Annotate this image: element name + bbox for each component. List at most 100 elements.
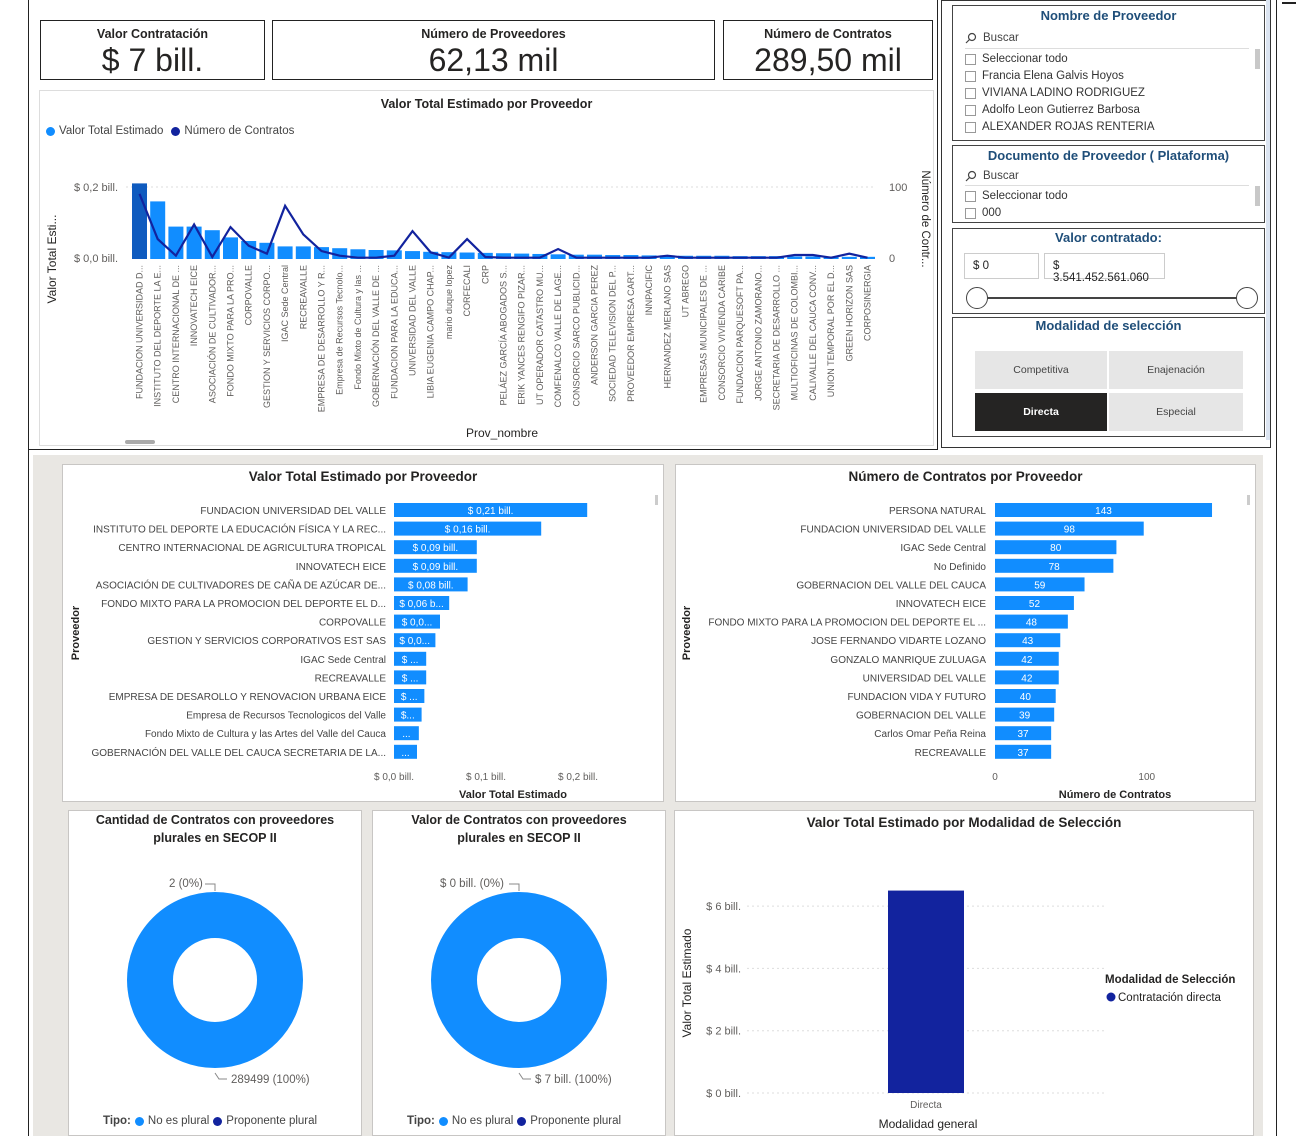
combo-scrollbar[interactable]	[125, 440, 155, 444]
hbar-contratos-scrollbar[interactable]	[1247, 495, 1250, 505]
combo-x-tick: FUNDACION UNIVERSIDAD D...	[135, 265, 145, 399]
slicer-item[interactable]: 000	[965, 205, 1001, 221]
hbar-category-label: No Definido	[934, 562, 987, 573]
modalidad-y-tick: $ 2 bill.	[706, 1026, 741, 1038]
slicer-item-select-all[interactable]: Seleccionar todo	[965, 51, 1068, 67]
hbar-valor-xticks: $ 0,0 bill. $ 0,1 bill. $ 0,2 bill.	[374, 772, 598, 783]
slicer-item-select-all[interactable]: Seleccionar todo	[965, 188, 1068, 204]
hbar-data-label: 37	[1018, 748, 1030, 759]
modalidad-chart-panel: Valor Total Estimado por Modalidad de Se…	[674, 810, 1254, 1136]
kpi-title: Valor Contratación	[96, 27, 209, 41]
combo-x-tick: EMPRESA DE DESARROLLO Y R...	[317, 265, 327, 412]
checkbox[interactable]	[965, 87, 976, 99]
combo-x-tick: CORPOVALLE	[244, 265, 254, 325]
donut-valor-bottom-label: $ 7 bill. (100%)	[535, 1074, 612, 1086]
hbar-category-label: Fondo Mixto de Cultura y las Artes del V…	[145, 729, 386, 740]
checkbox[interactable]	[965, 70, 976, 82]
combo-bar[interactable]	[277, 246, 293, 259]
combo-x-tick: CORPOSINERGIA	[863, 265, 873, 341]
slicer-item[interactable]: VIVIANA LADINO RODRIGUEZ	[965, 85, 1145, 101]
hbar-category-label: CENTRO INTERNACIONAL DE AGRICULTURA TROP…	[118, 543, 386, 554]
legend-dot-plural	[517, 1116, 527, 1126]
combo-bar[interactable]	[204, 230, 220, 259]
combo-x-tick: LIBIA EUGENIA CAMPO CHAP...	[426, 265, 436, 398]
slicer-item-label: ALEXANDER ROJAS RENTERIA	[982, 121, 1155, 133]
modalidad-button-competitiva[interactable]: Competitiva	[975, 351, 1107, 389]
search-icon	[965, 32, 977, 44]
hbar-category-label: FONDO MIXTO PARA LA PROMOCION DEL DEPORT…	[708, 618, 986, 629]
modalidad-xlabel: Modalidad general	[879, 1117, 978, 1131]
hbar-category-label: Carlos Omar Peña Reina	[874, 729, 986, 740]
top-frame-bottom	[28, 449, 938, 450]
hbar-valor-bars: FUNDACION UNIVERSIDAD DEL VALLE $ 0,21 bi…	[91, 503, 588, 759]
slicer-scrollbar[interactable]	[1255, 49, 1260, 69]
hbar-category-label: GOBERNACION DEL VALLE DEL CAUCA	[796, 580, 986, 591]
range-min-input[interactable]: $ 0	[964, 253, 1039, 279]
combo-x-tick: CALIVALLE DEL CAUCA CONV...	[808, 265, 818, 401]
combo-y-tick-bottom: $ 0,0 bill.	[74, 253, 118, 265]
hbar-valor-scrollbar[interactable]	[655, 495, 658, 505]
slicer-item-label: Seleccionar todo	[982, 53, 1068, 65]
hbar-data-label: $ ...	[402, 673, 419, 684]
hbar-category-label: FUNDACION UNIVERSIDAD DEL VALLE	[800, 525, 986, 536]
slicer-scrollbar[interactable]	[1255, 186, 1260, 206]
hbar-category-label: JOSE FERNANDO VIDARTE LOZANO	[811, 636, 986, 647]
hbar-valor-ylabel: Proveedor	[70, 605, 82, 660]
combo-bar[interactable]	[150, 201, 166, 259]
hbar-category-label: UNIVERSIDAD DEL VALLE	[863, 673, 987, 684]
combo-bar[interactable]	[841, 256, 857, 259]
checkbox[interactable]	[965, 53, 976, 65]
modalidad-button-directa[interactable]: Directa	[975, 393, 1107, 431]
range-handle-min[interactable]	[966, 287, 988, 309]
combo-x-tick: IGAC Sede Central	[280, 265, 290, 342]
combo-bar[interactable]	[295, 246, 311, 259]
checkbox[interactable]	[965, 121, 976, 133]
hbar-x-tick: 100	[1138, 772, 1155, 783]
checkbox[interactable]	[965, 207, 976, 219]
hbar-category-label: INSTITUTO DEL DEPORTE LA EDUCACIÓN FÍSIC…	[93, 523, 386, 536]
combo-bar[interactable]	[223, 237, 238, 259]
hbar-category-label: ASOCIACIÓN DE CULTIVADORES DE CAÑA DE AZ…	[96, 578, 386, 591]
donut-slice[interactable]	[431, 892, 607, 1068]
slicer-item-label: Seleccionar todo	[982, 190, 1068, 202]
combo-x-tick: CONSORCIO VIVIENDA CARIBE	[717, 265, 727, 401]
hbar-category-label: PERSONA NATURAL	[889, 506, 986, 517]
modalidad-bar[interactable]	[888, 890, 964, 1093]
modalidad-button-especial[interactable]: Especial	[1109, 393, 1243, 431]
hbar-data-label: 40	[1020, 692, 1032, 703]
hbar-data-label: 98	[1064, 525, 1076, 536]
combo-y-left-label: Valor Total Esti...	[45, 215, 59, 304]
modalidad-category-label: Directa	[910, 1100, 942, 1111]
hbar-category-label: IGAC Sede Central	[900, 543, 986, 554]
slicer-item[interactable]: Adolfo Leon Gutierrez Barbosa	[965, 102, 1140, 118]
hbar-category-label: Empresa de Recursos Tecnologicos del Val…	[186, 711, 386, 722]
checkbox[interactable]	[965, 190, 976, 202]
checkbox[interactable]	[965, 104, 976, 116]
range-handle-max[interactable]	[1236, 287, 1258, 309]
slicer-documento-search[interactable]: Buscar	[965, 170, 1019, 182]
modalidad-bars	[888, 890, 964, 1093]
combo-bar[interactable]	[405, 251, 420, 259]
combo-bar[interactable]	[550, 254, 566, 259]
hbar-contratos-ylabel: Proveedor	[681, 605, 693, 660]
slicer-item[interactable]: Francia Elena Galvis Hoyos	[965, 68, 1124, 84]
combo-x-tick: UNIVERSIDAD DEL VALLE	[408, 265, 418, 376]
hbar-data-label: $...	[401, 711, 415, 722]
slicer-proveedor-search[interactable]: Buscar	[965, 32, 1019, 44]
hbar-x-tick: $ 0,2 bill.	[558, 772, 598, 783]
donut-cantidad-top-label: 2 (0%)	[169, 878, 203, 890]
combo-chart-svg: Valor Total Esti... Número de Contr... $…	[45, 170, 931, 444]
hbar-category-label: GESTION Y SERVICIOS CORPORATIVOS EST SAS	[147, 636, 386, 647]
combo-x-tick: SOCIEDAD TELEVISION DEL P...	[608, 265, 618, 402]
range-max-input[interactable]: $ 3.541.452.561.060	[1044, 253, 1165, 284]
range-track	[979, 297, 1245, 299]
hbar-data-label: 42	[1021, 673, 1033, 684]
hbar-contratos-panel: Número de Contratos por Proveedor Provee…	[675, 464, 1256, 802]
kpi-title: Número de Contratos	[764, 27, 892, 41]
donut-valor-top-label: $ 0 bill. (0%)	[440, 878, 504, 890]
combo-bar[interactable]	[459, 252, 475, 259]
slicer-item[interactable]: ALEXANDER ROJAS RENTERIA	[965, 119, 1155, 135]
hbar-data-label: 37	[1018, 729, 1030, 740]
modalidad-button-enajenacion[interactable]: Enajenación	[1109, 351, 1243, 389]
combo-bar[interactable]	[241, 241, 257, 259]
